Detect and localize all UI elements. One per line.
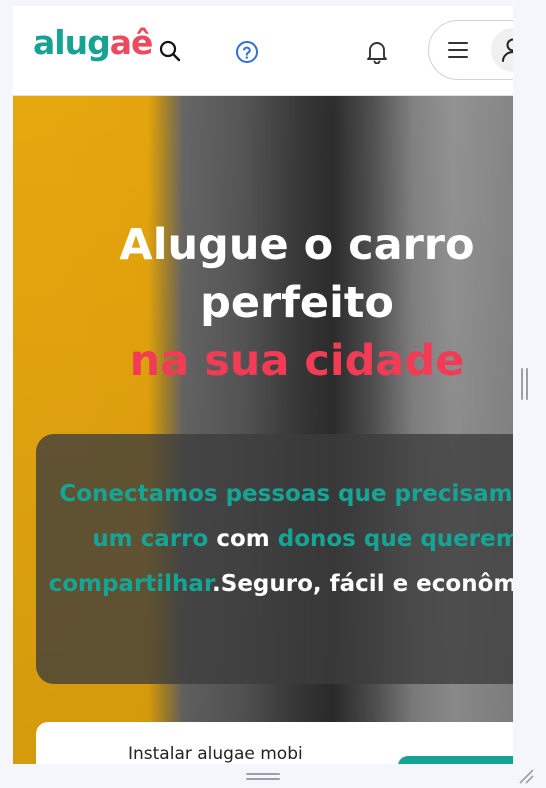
- hero-section: Alugue o carro perfeito na sua cidade Co…: [13, 96, 513, 764]
- menu-icon: [448, 42, 468, 58]
- info-text-part4: .Seguro, fácil e econômico.: [212, 571, 513, 597]
- logo[interactable]: alugaê: [33, 23, 154, 62]
- install-app-button[interactable]: [398, 756, 513, 764]
- horizontal-resize-grip[interactable]: [246, 772, 280, 782]
- user-icon: [502, 38, 513, 62]
- search-icon: [159, 40, 181, 62]
- notifications-button[interactable]: [361, 36, 393, 68]
- hero-title: Alugue o carro perfeito na sua cidade: [13, 216, 513, 390]
- bell-icon: [367, 42, 387, 64]
- help-button[interactable]: [231, 36, 263, 68]
- hero-title-line1: Alugue o carro: [119, 220, 475, 270]
- logo-text: alugaê: [33, 23, 154, 62]
- search-button[interactable]: [155, 36, 185, 66]
- avatar: [491, 28, 513, 72]
- hero-info-box: Conectamos pessoas que precisam de um ca…: [36, 434, 513, 684]
- info-text-part2: com: [208, 526, 278, 552]
- app-viewport: alugaê Alugue o carro perfeito na sua ci…: [13, 6, 513, 764]
- logo-text-main: alug: [33, 23, 111, 62]
- help-icon: [236, 41, 258, 63]
- logo-text-accent: aê: [109, 23, 154, 62]
- install-app-label: Instalar alugae mobi: [128, 744, 303, 764]
- install-app-banner: Instalar alugae mobi: [36, 722, 513, 764]
- user-menu-button[interactable]: [428, 20, 513, 80]
- top-header: alugaê: [13, 6, 513, 96]
- resize-corner-icon[interactable]: [518, 768, 534, 784]
- hero-title-accent: na sua cidade: [129, 336, 465, 386]
- vertical-resize-grip[interactable]: [519, 368, 529, 400]
- hero-title-line2: perfeito: [200, 278, 394, 328]
- hero-info-text: Conectamos pessoas que precisam de um ca…: [46, 472, 513, 607]
